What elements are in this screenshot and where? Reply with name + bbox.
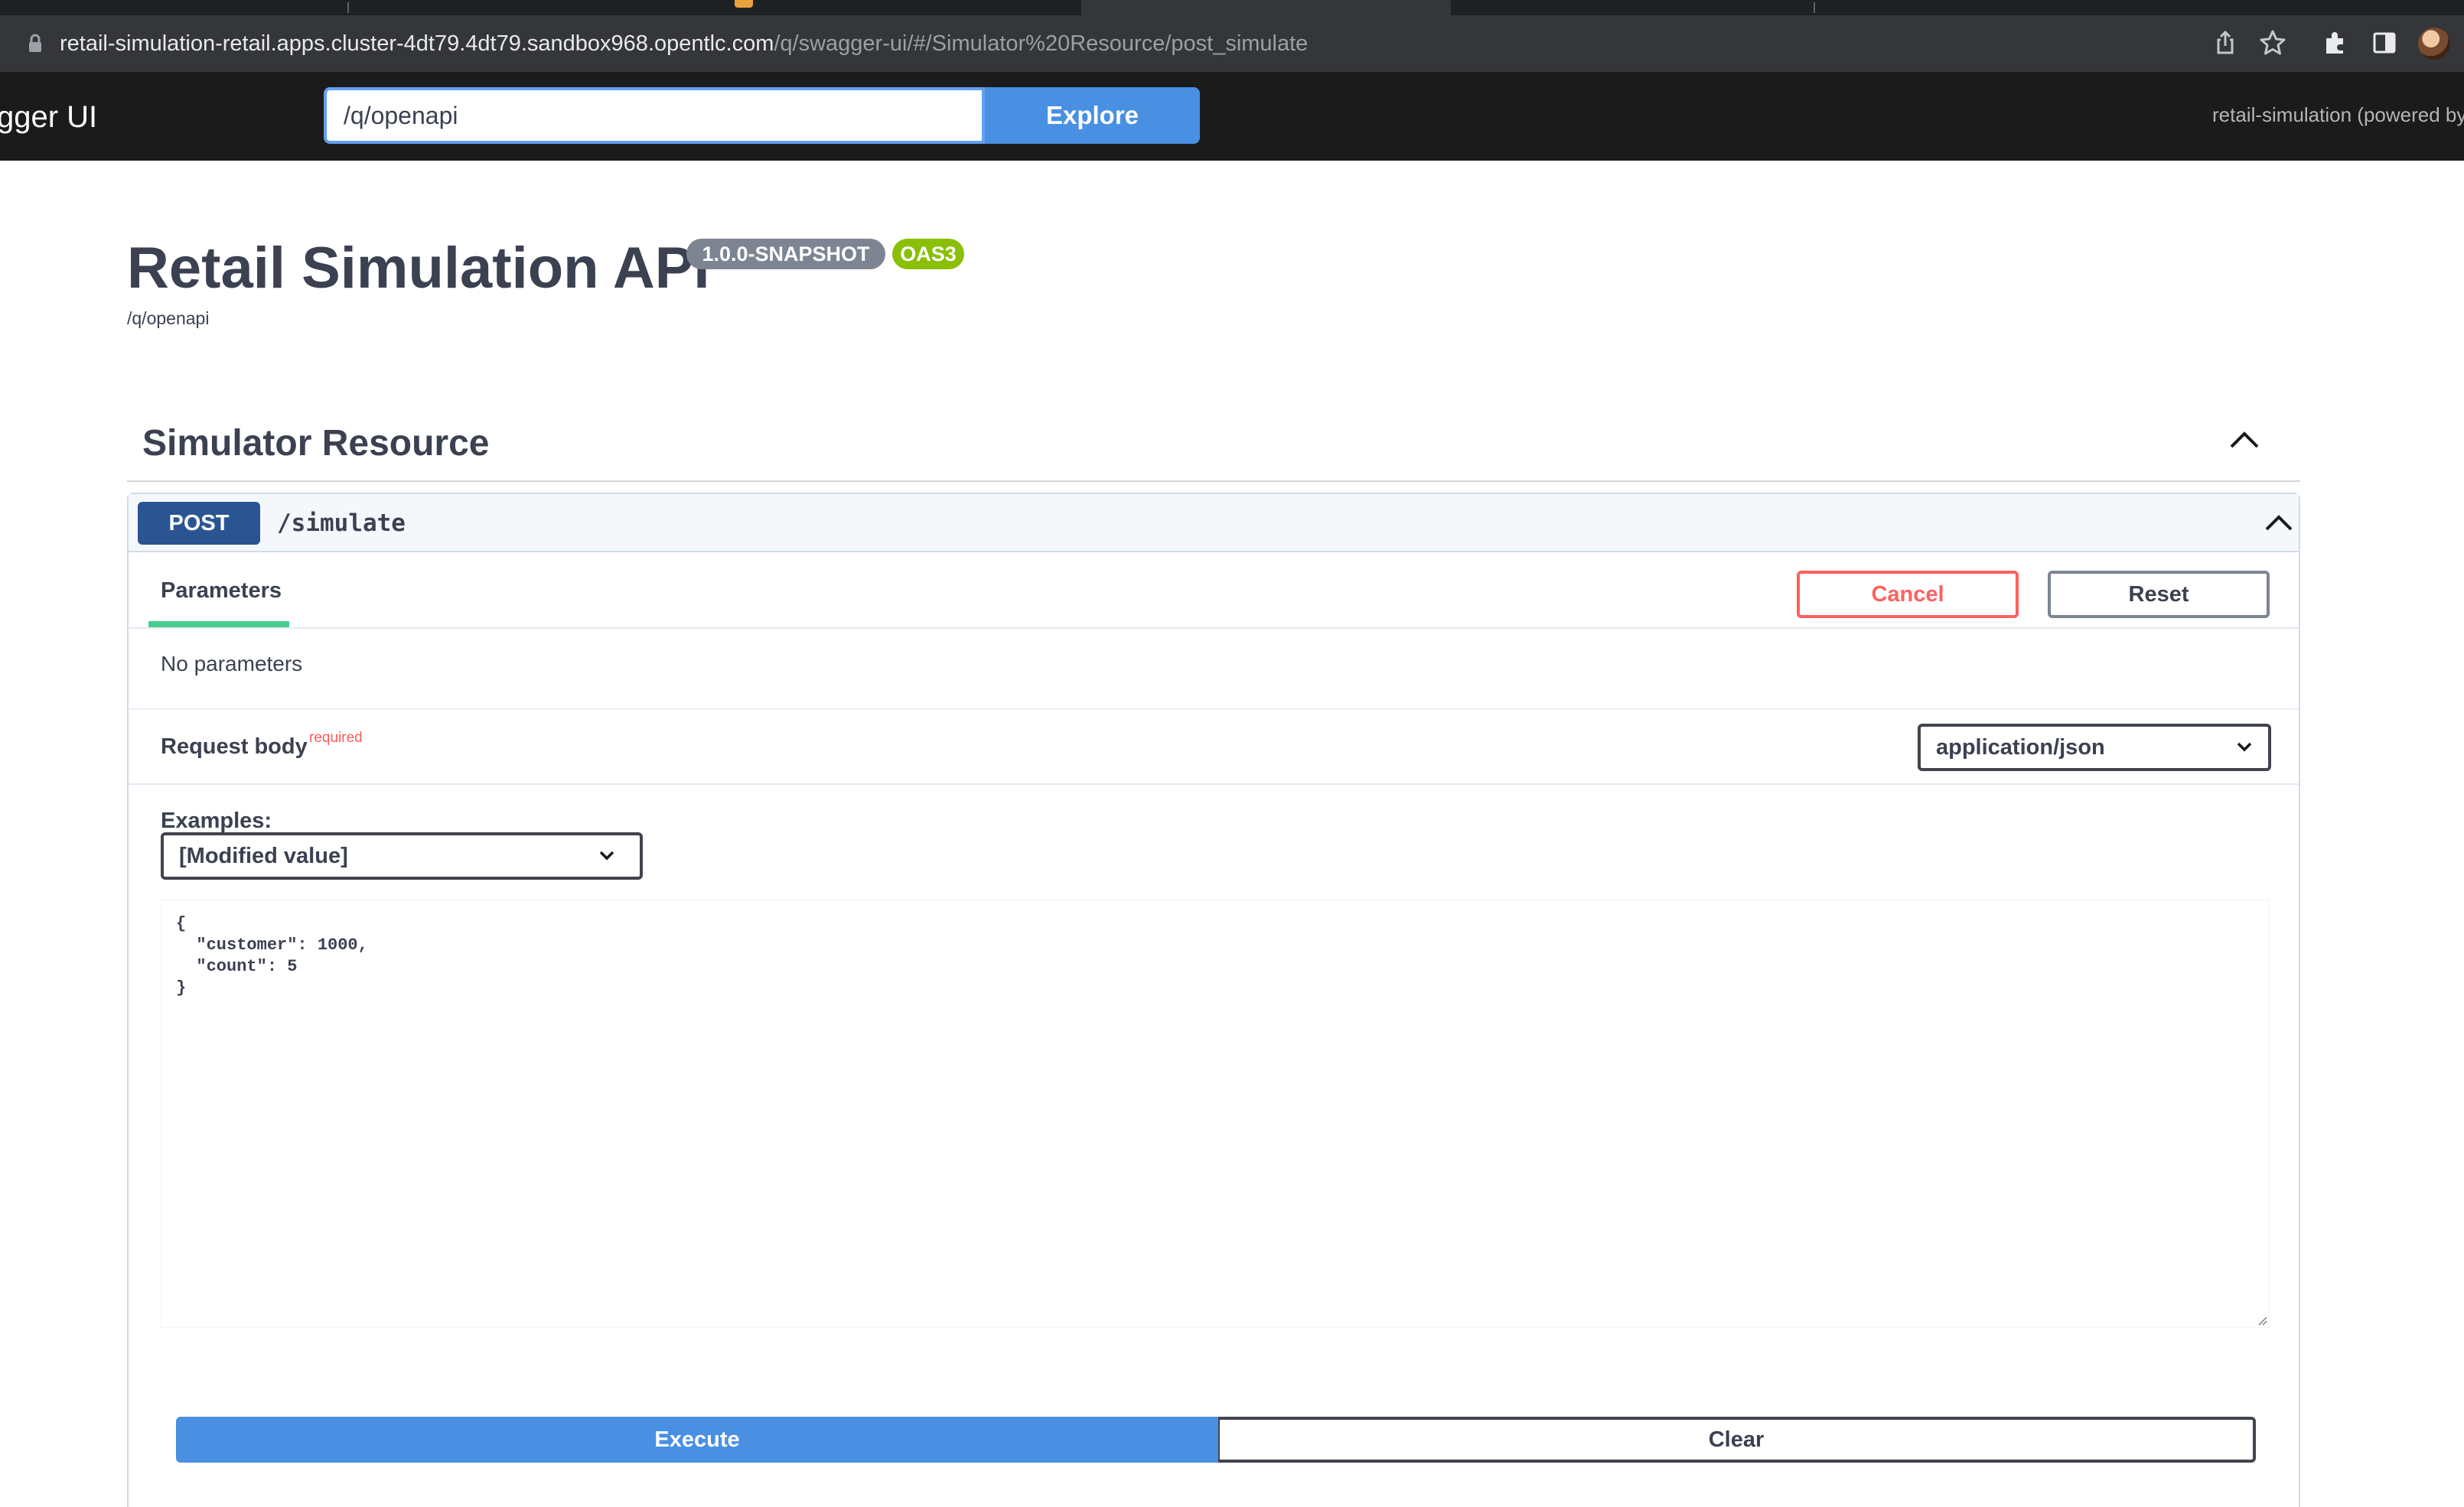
swagger-brand[interactable]: gger UI xyxy=(0,99,97,135)
chevron-down-icon xyxy=(599,851,614,861)
lock-icon[interactable] xyxy=(28,34,43,54)
version-badge: 1.0.0-SNAPSHOT xyxy=(686,239,885,269)
browser-address-bar[interactable]: retail-simulation-retail.apps.cluster-4d… xyxy=(0,15,2464,72)
chevron-down-icon xyxy=(2237,742,2252,752)
url-path: /q/swagger-ui/#/Simulator%20Resource/pos… xyxy=(774,31,1309,56)
address-url[interactable]: retail-simulation-retail.apps.cluster-4d… xyxy=(60,29,1308,58)
share-icon[interactable] xyxy=(2210,28,2241,58)
tab-active-indicator xyxy=(148,621,289,627)
tab-separator xyxy=(1814,2,1815,13)
browser-tab-active[interactable] xyxy=(1081,0,1451,15)
api-title: Retail Simulation API xyxy=(127,236,710,301)
clear-button[interactable]: Clear xyxy=(1218,1417,2256,1463)
reset-button[interactable]: Reset xyxy=(2048,571,2270,618)
request-body-header: Request body required application/json xyxy=(129,708,2299,785)
request-body-json[interactable]: { "customer": 1000, "count": 5 } xyxy=(176,913,368,999)
profile-avatar[interactable] xyxy=(2418,28,2450,60)
url-host: retail-simulation-retail.apps.cluster-4d… xyxy=(60,31,774,56)
method-badge: POST xyxy=(138,502,260,545)
oas-badge: OAS3 xyxy=(892,239,964,269)
star-icon[interactable] xyxy=(2257,28,2288,58)
tab-favicon[interactable] xyxy=(735,0,753,8)
request-body-label: Request body xyxy=(161,734,308,759)
required-marker: required xyxy=(309,730,363,746)
content-type-select[interactable]: application/json xyxy=(1918,724,2271,771)
tag-title[interactable]: Simulator Resource xyxy=(142,418,489,470)
sidepanel-icon[interactable] xyxy=(2369,28,2400,58)
browser-tab-strip xyxy=(0,0,2464,15)
request-body-editor[interactable]: { "customer": 1000, "count": 5 } xyxy=(161,900,2270,1328)
swagger-topbar: gger UI /q/openapi Explore retail-simula… xyxy=(0,72,2464,161)
operation-block: POST /simulate Parameters Cancel Reset N… xyxy=(127,493,2300,1507)
examples-value: [Modified value] xyxy=(179,844,348,868)
operation-path: /simulate xyxy=(277,509,406,537)
chevron-up-icon[interactable] xyxy=(2228,428,2260,451)
powered-by-text: retail-simulation (powered by xyxy=(2212,103,2464,126)
tab-parameters[interactable]: Parameters xyxy=(161,577,282,604)
examples-select[interactable]: [Modified value] xyxy=(161,832,643,880)
spec-link[interactable]: /q/openapi xyxy=(127,308,209,329)
examples-label: Examples: xyxy=(161,809,272,833)
explore-button[interactable]: Explore xyxy=(985,87,1200,144)
resize-grip-icon[interactable] xyxy=(2254,1313,2268,1326)
parameters-header: Parameters Cancel Reset xyxy=(129,554,2299,629)
content-type-value: application/json xyxy=(1936,735,2105,760)
tag-divider xyxy=(127,480,2300,482)
no-parameters-text: No parameters xyxy=(161,652,303,675)
extensions-icon[interactable] xyxy=(2320,28,2351,58)
operation-summary[interactable]: POST /simulate xyxy=(129,494,2299,552)
execute-button[interactable]: Execute xyxy=(176,1417,1218,1463)
cancel-button[interactable]: Cancel xyxy=(1797,571,2019,618)
spec-url-input[interactable]: /q/openapi xyxy=(324,87,985,144)
tab-separator xyxy=(347,2,349,13)
chevron-up-icon[interactable] xyxy=(2264,511,2294,534)
